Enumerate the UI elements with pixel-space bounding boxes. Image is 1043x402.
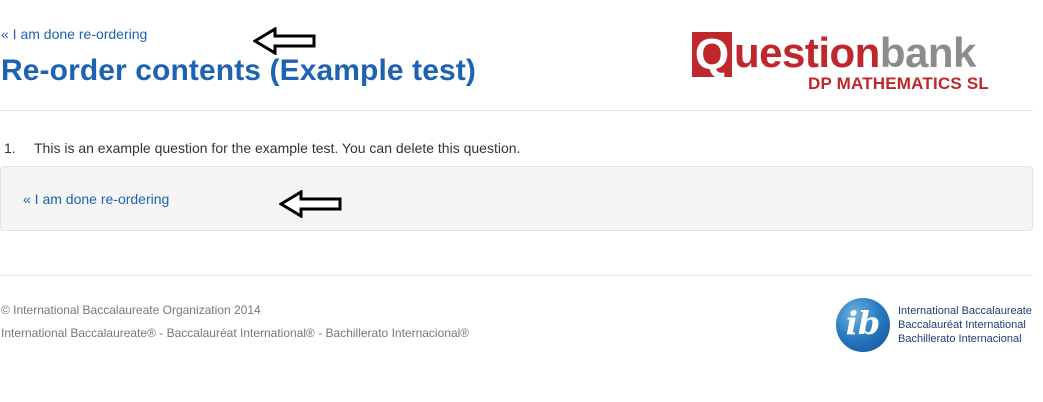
- logo-word-question: uestion: [734, 29, 880, 76]
- question-list-item[interactable]: 1. This is an example question for the ex…: [4, 140, 520, 156]
- actions-well: « I am done re-ordering: [0, 166, 1033, 231]
- page-title: Re-order contents (Example test): [1, 54, 476, 87]
- logo-wordmark: uestionbank: [734, 28, 976, 78]
- ib-logo-icon: ib: [836, 298, 890, 352]
- logo-word-bank: bank: [879, 29, 977, 76]
- logo-subtitle: DP MATHEMATICS SL: [808, 74, 989, 93]
- done-reordering-link-top[interactable]: « I am done re-ordering: [1, 26, 147, 42]
- questionbank-logo: Q uestionbank DP MATHEMATICS SL: [690, 28, 1010, 96]
- header-divider: [0, 110, 1033, 111]
- logo-q-letter: Q: [692, 32, 732, 77]
- ib-logo-line-1: International Baccalaureate: [898, 305, 1032, 317]
- ib-logo-text: International Baccalaureate Baccalauréat…: [898, 304, 1032, 346]
- footer-copyright: © International Baccalaureate Organizati…: [1, 303, 261, 317]
- ib-logo: ib International Baccalaureate Baccalaur…: [836, 296, 1036, 356]
- footer-divider: [0, 275, 1033, 276]
- arrow-left-icon: [253, 27, 316, 55]
- arrow-left-icon: [279, 190, 342, 218]
- ib-logo-line-2: Baccalauréat International: [898, 319, 1026, 331]
- ib-logo-line-3: Bachillerato Internacional: [898, 333, 1022, 345]
- question-number: 1.: [4, 140, 16, 156]
- done-reordering-link-bottom[interactable]: « I am done re-ordering: [23, 191, 169, 207]
- question-text: This is an example question for the exam…: [34, 140, 521, 156]
- footer-organization-names: International Baccalaureate® - Baccalaur…: [1, 326, 470, 340]
